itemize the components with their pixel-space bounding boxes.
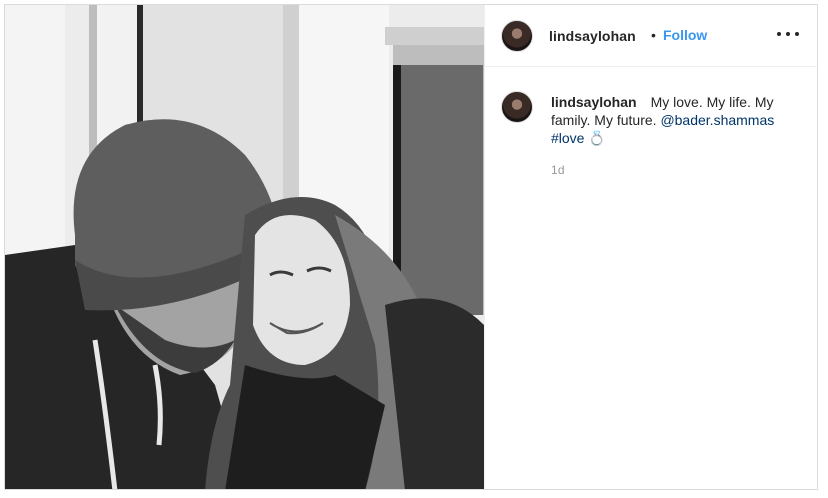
header-username[interactable]: lindsaylohan	[549, 28, 636, 44]
caption-username[interactable]: lindsaylohan	[551, 94, 637, 110]
ring-emoji: 💍	[588, 130, 606, 146]
post-header: lindsaylohan • Follow	[485, 5, 817, 67]
caption-text: lindsaylohan My love. My life. My family.…	[551, 93, 791, 147]
caption-avatar[interactable]	[501, 91, 533, 123]
post-timestamp[interactable]: 1d	[551, 163, 565, 177]
hashtag-link[interactable]: #love	[551, 130, 584, 146]
more-horizontal-icon[interactable]	[777, 23, 799, 45]
more-dot	[786, 32, 790, 36]
header-separator: •	[651, 27, 656, 43]
post-dialog: lindsaylohan • Follow lindsaylohan My lov…	[4, 4, 818, 490]
more-dot	[795, 32, 799, 36]
post-photo[interactable]	[5, 5, 484, 489]
follow-button[interactable]: Follow	[663, 27, 707, 43]
more-dot	[777, 32, 781, 36]
avatar[interactable]	[501, 20, 533, 52]
mention-link[interactable]: @bader.shammas	[660, 112, 774, 128]
post-sidebar: lindsaylohan • Follow lindsaylohan My lov…	[484, 5, 817, 489]
photo-illustration	[5, 5, 484, 489]
